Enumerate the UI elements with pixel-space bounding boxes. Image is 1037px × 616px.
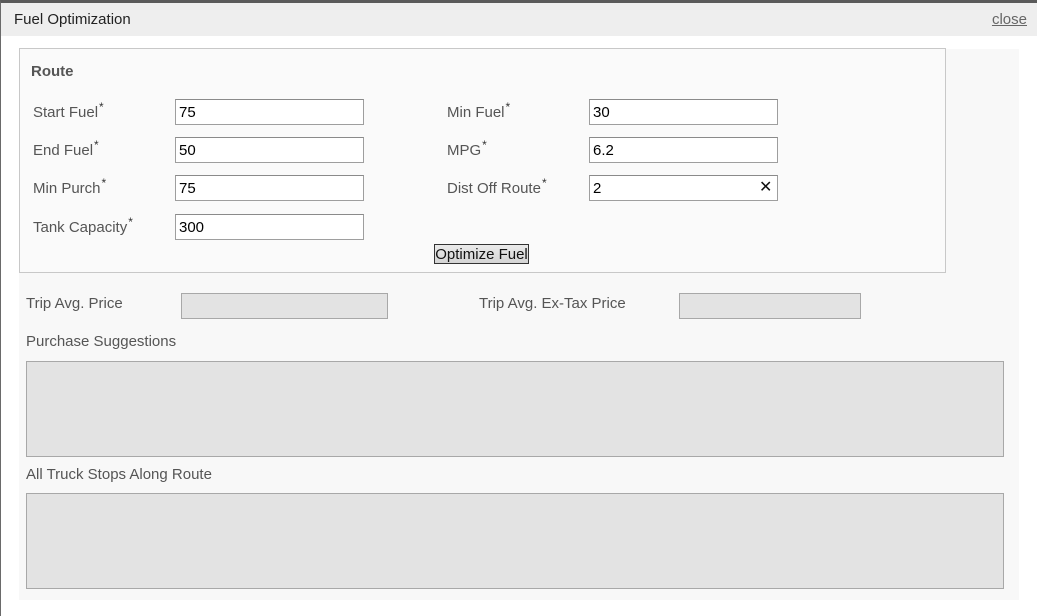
mpg-input[interactable]	[589, 137, 778, 163]
truck-stops-list[interactable]	[26, 493, 1004, 589]
close-link[interactable]: close	[992, 11, 1027, 28]
required-marker: *	[94, 138, 99, 152]
route-fieldset: Route Start Fuel* End Fuel* Min Purch* T…	[19, 48, 946, 273]
optimize-fuel-button[interactable]: Optimize Fuel	[434, 244, 529, 264]
all-truck-stops-label: All Truck Stops Along Route	[26, 466, 212, 483]
min-fuel-input[interactable]	[589, 99, 778, 125]
tank-capacity-label: Tank Capacity*	[33, 215, 133, 236]
trip-avg-price-label: Trip Avg. Price	[26, 295, 123, 312]
clear-icon[interactable]: ✕	[759, 180, 772, 196]
purchase-suggestions-list[interactable]	[26, 361, 1004, 457]
mpg-label: MPG*	[447, 138, 487, 159]
start-fuel-input[interactable]	[175, 99, 364, 125]
required-marker: *	[505, 100, 511, 114]
min-purch-input[interactable]	[175, 175, 364, 201]
required-marker: *	[482, 138, 487, 152]
tank-capacity-input[interactable]	[175, 214, 364, 240]
route-heading: Route	[31, 63, 74, 80]
dist-off-route-label: Dist Off Route*	[447, 176, 547, 197]
min-fuel-label: Min Fuel*	[447, 100, 511, 121]
required-marker: *	[541, 176, 547, 190]
end-fuel-label: End Fuel*	[33, 138, 99, 159]
start-fuel-label: Start Fuel*	[33, 100, 104, 121]
title-bar: Fuel Optimization close	[1, 3, 1037, 36]
trip-avg-extax-price-field	[679, 293, 861, 319]
purchase-suggestions-label: Purchase Suggestions	[26, 333, 177, 350]
min-purch-label: Min Purch*	[33, 176, 107, 197]
end-fuel-input[interactable]	[175, 137, 364, 163]
trip-avg-price-field	[181, 293, 388, 319]
required-marker: *	[128, 215, 133, 229]
dist-off-route-input[interactable]	[589, 175, 778, 201]
required-marker: *	[99, 100, 104, 114]
trip-avg-extax-price-label: Trip Avg. Ex-Tax Price	[479, 295, 626, 312]
required-marker: *	[101, 176, 107, 190]
dialog-title: Fuel Optimization	[14, 11, 131, 28]
